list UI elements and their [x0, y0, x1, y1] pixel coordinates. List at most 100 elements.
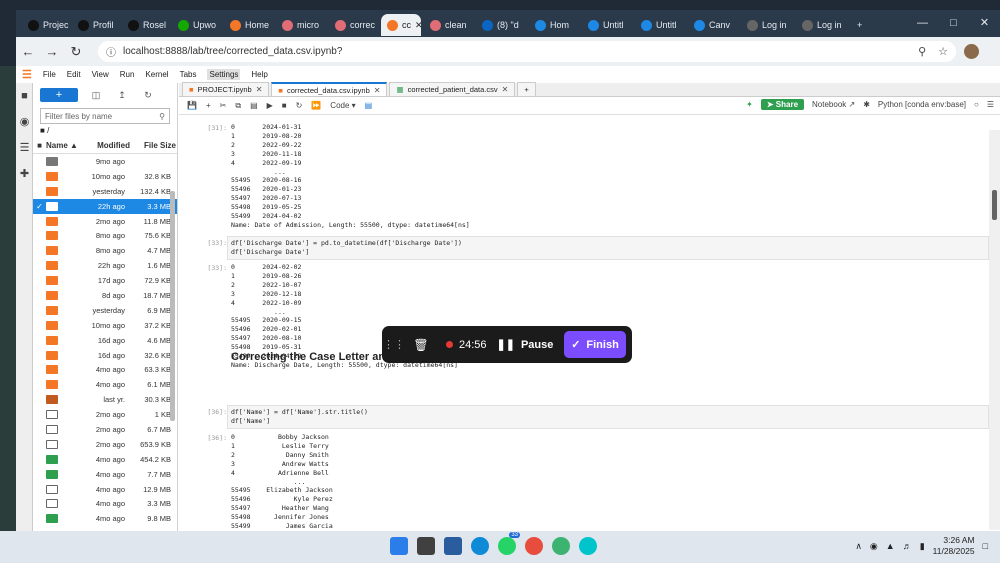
property-inspector-icon[interactable]: ▤ — [365, 101, 373, 110]
size-column-header[interactable]: File Size — [130, 141, 176, 150]
file-row[interactable]: 8mo ago 4.7 MB — [33, 243, 177, 258]
file-row[interactable]: 2mo ago 6.7 MB — [33, 422, 177, 437]
whatsapp-icon[interactable]: 33 — [498, 532, 520, 555]
file-row[interactable]: 4mo ago 63.3 KB — [33, 362, 177, 377]
file-row[interactable]: 16d ago 4.6 MB — [33, 333, 177, 348]
modified-column-header[interactable]: Modified — [90, 141, 130, 150]
browser-tab[interactable]: Untitl — [635, 14, 685, 36]
menu-tabs[interactable]: Tabs — [180, 70, 197, 79]
notebook-view-button[interactable]: Notebook ↗ — [812, 100, 855, 109]
file-row[interactable]: ✓ 22h ago 3.3 MB — [33, 198, 177, 214]
running-icon[interactable]: ◉ — [16, 109, 33, 135]
file-row[interactable]: 4mo ago 7.7 MB — [33, 467, 177, 482]
file-row[interactable]: 4mo ago 9.8 MB — [33, 511, 177, 526]
menu-edit[interactable]: Edit — [67, 70, 81, 79]
start-menu-icon[interactable] — [390, 537, 408, 555]
browser-tab[interactable]: micro — [276, 14, 326, 36]
file-row[interactable]: 8d ago 18.7 MB — [33, 288, 177, 303]
clock[interactable]: 3:26 AM 11/28/2025 — [933, 535, 975, 557]
file-row[interactable]: 4mo ago 12.9 MB — [33, 482, 177, 497]
notifications-icon[interactable]: □ — [983, 541, 988, 551]
profile-avatar[interactable] — [964, 44, 979, 59]
new-launcher-button[interactable]: + — [40, 88, 78, 102]
file-row[interactable]: 2mo ago 11.8 MB — [33, 214, 177, 229]
address-bar[interactable]: ⓘ localhost:8888/lab/tree/corrected_data… — [98, 41, 956, 62]
wifi-icon[interactable]: ▲ — [886, 541, 895, 551]
reload-button[interactable]: ↻ — [64, 44, 88, 60]
browser-tab[interactable]: Home — [224, 14, 273, 36]
back-button[interactable]: ← — [16, 44, 40, 59]
code-cell-input[interactable]: df['Discharge Date'] = pd.to_datetime(df… — [227, 236, 989, 260]
file-row[interactable]: 4mo ago 6.1 MB — [33, 377, 177, 392]
document-tab[interactable]: ■ PROJECT.ipynb ✕ — [182, 82, 270, 96]
browser-tab[interactable]: cc ✕ — [381, 14, 421, 36]
finish-button[interactable]: ✓ Finish — [564, 331, 626, 358]
file-row[interactable]: 9mo ago — [33, 154, 177, 169]
close-tab-icon[interactable]: ✕ — [374, 86, 381, 95]
file-row[interactable]: last yr. 30.3 KB — [33, 392, 177, 407]
notebook-scrollbar[interactable] — [989, 130, 1000, 530]
upload-icon[interactable]: ↥ — [114, 90, 130, 101]
browser-tab[interactable]: correc — [329, 14, 378, 36]
share-button[interactable]: ➤ Share — [760, 99, 805, 110]
cell-type-select[interactable]: Code ▾ — [330, 101, 355, 110]
settings-menu-icon[interactable]: ☰ — [987, 100, 994, 109]
browser-tab[interactable]: Hom — [529, 14, 579, 36]
breadcrumb[interactable]: ■ / — [33, 124, 177, 138]
stop-icon[interactable]: ■ — [282, 101, 287, 110]
file-row[interactable]: 22h ago 1.6 MB — [33, 258, 177, 273]
file-filter-input[interactable]: Filter files by name ⚲ — [40, 108, 170, 124]
file-row[interactable]: 2mo ago 1 KB — [33, 407, 177, 422]
folder-icon[interactable]: ■ — [16, 83, 33, 109]
minimize-button[interactable]: — — [907, 10, 938, 37]
maximize-button[interactable]: □ — [938, 10, 969, 37]
volume-icon[interactable]: ♬ — [903, 541, 912, 551]
file-row[interactable]: yesterday 6.9 MB — [33, 303, 177, 318]
close-tab-icon[interactable]: ✕ — [256, 85, 263, 94]
new-folder-icon[interactable]: ◫ — [88, 90, 104, 101]
browser-tab[interactable]: clean — [424, 14, 473, 36]
file-row[interactable]: 4mo ago 3.3 MB — [33, 496, 177, 511]
network-icon[interactable]: ◉ — [870, 541, 878, 552]
menu-settings[interactable]: Settings — [207, 69, 241, 80]
chrome-icon[interactable] — [525, 537, 543, 555]
menu-kernel[interactable]: Kernel — [145, 70, 168, 79]
close-tab-icon[interactable]: ✕ — [502, 85, 509, 94]
debugger-icon[interactable]: ✱ — [863, 100, 870, 109]
extension-icon[interactable]: ✚ — [16, 161, 33, 187]
menu-file[interactable]: File — [43, 70, 56, 79]
code-cell-input[interactable]: df['Name'] = df['Name'].str.title() df['… — [227, 405, 989, 429]
toc-icon[interactable]: ☰ — [16, 135, 33, 161]
scrollbar-thumb[interactable] — [992, 190, 997, 220]
row-checkbox[interactable]: ✓ — [33, 202, 46, 211]
file-row[interactable]: 4mo ago 454.2 KB — [33, 452, 177, 467]
file-list-scrollbar[interactable] — [170, 191, 175, 421]
cut-icon[interactable]: ✂ — [220, 101, 227, 110]
forward-button[interactable]: → — [40, 44, 64, 59]
file-row[interactable]: yesterday 132.4 KB — [33, 184, 177, 199]
save-icon[interactable]: 💾 — [187, 101, 197, 110]
trash-icon[interactable]: 🗑 — [406, 338, 436, 352]
bookmark-star-icon[interactable]: ☆ — [938, 45, 948, 58]
new-tab-button[interactable]: + — [851, 14, 868, 36]
browser-tab[interactable]: Log in — [796, 14, 848, 36]
canva-icon[interactable] — [579, 537, 597, 555]
browser-tab[interactable]: Projec — [22, 14, 69, 36]
file-row[interactable]: 10mo ago 37.2 KB — [33, 318, 177, 333]
task-view-icon[interactable] — [417, 537, 435, 555]
copy-icon[interactable]: ⧉ — [235, 101, 241, 111]
chevron-up-icon[interactable]: ∧ — [855, 541, 862, 552]
document-tab[interactable]: ▦ corrected_patient_data.csv ✕ — [389, 82, 516, 96]
run-all-icon[interactable]: ⏩ — [311, 101, 321, 110]
anaconda-icon[interactable] — [552, 537, 570, 555]
file-row[interactable]: 2mo ago 653.9 KB — [33, 437, 177, 452]
menu-run[interactable]: Run — [120, 70, 135, 79]
file-row[interactable]: 16d ago 32.6 KB — [33, 348, 177, 363]
document-tab[interactable]: ■ corrected_data.csv.ipynb ✕ — [271, 82, 388, 96]
file-row[interactable]: 10mo ago 32.8 KB — [33, 169, 177, 184]
browser-tab[interactable]: Log in — [741, 14, 793, 36]
name-column-header[interactable]: Name ▲ — [46, 141, 90, 150]
browser-tab[interactable]: (8) "d — [476, 14, 526, 36]
zoom-icon[interactable]: ⚲ — [918, 45, 926, 58]
battery-icon[interactable]: ▮ — [920, 541, 925, 552]
